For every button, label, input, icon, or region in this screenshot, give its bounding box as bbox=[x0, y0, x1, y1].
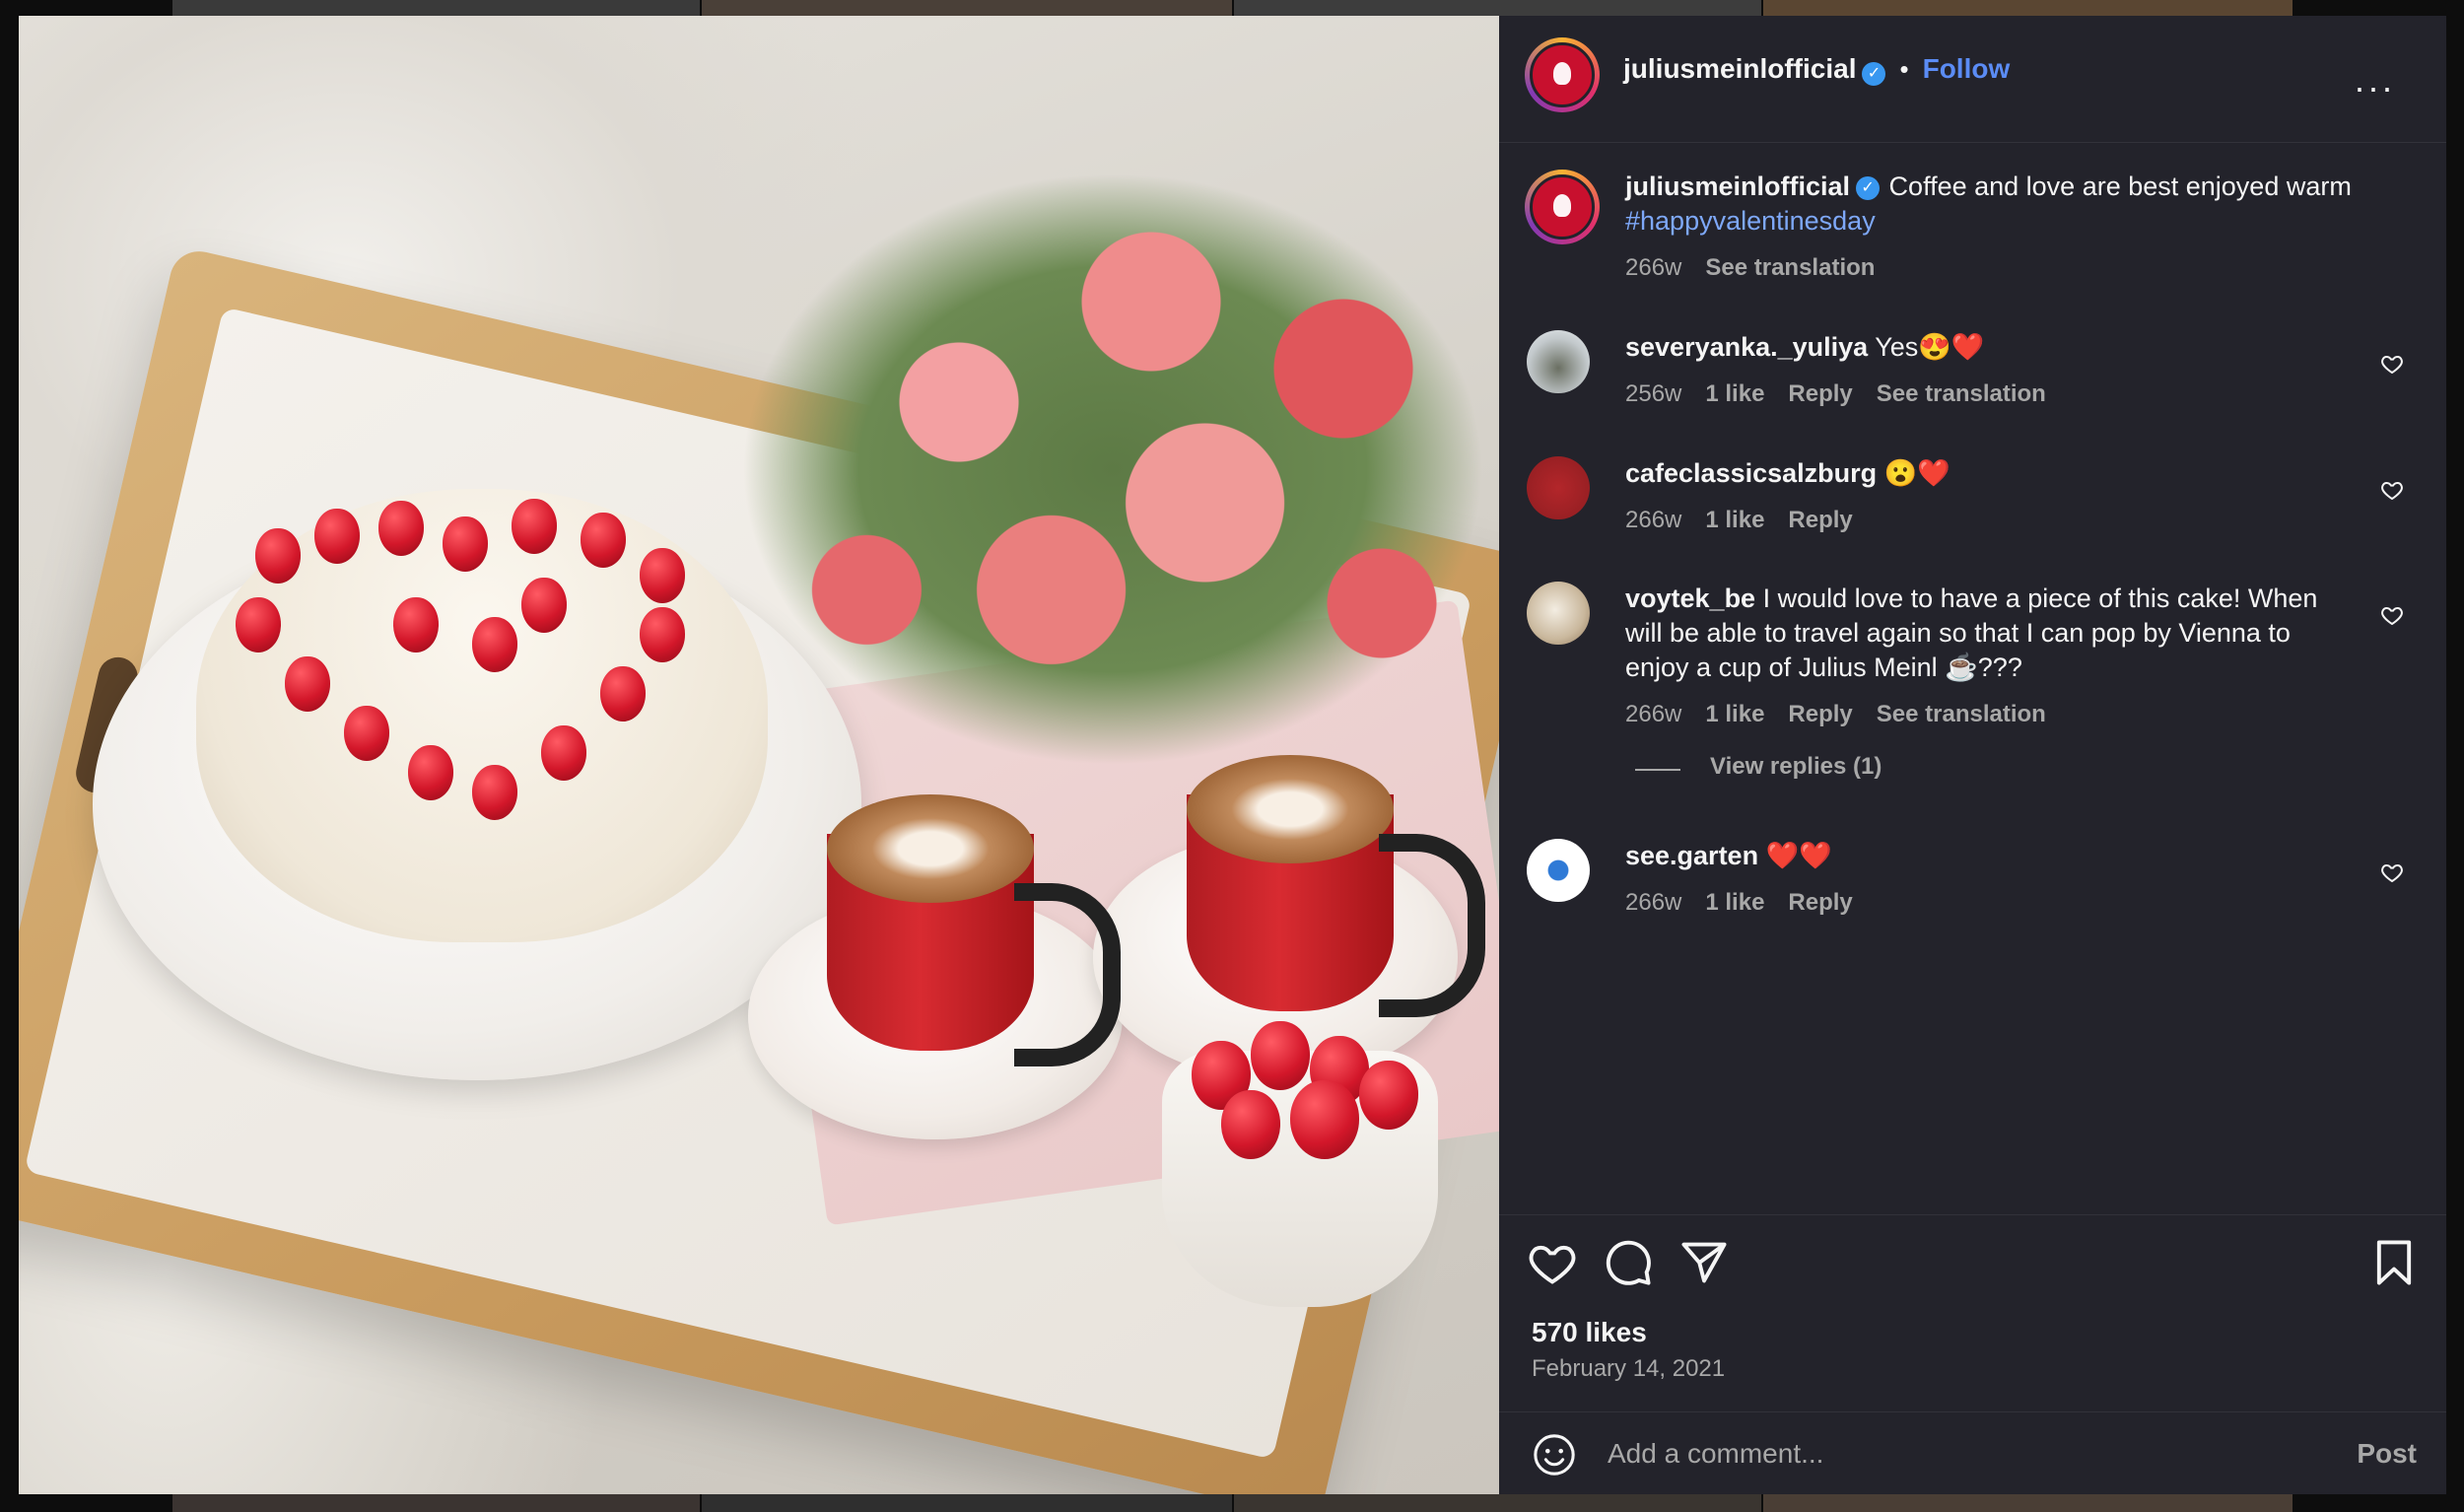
background-tile bbox=[1234, 1494, 1761, 1512]
comment-icon[interactable] bbox=[1603, 1237, 1654, 1288]
background-tile bbox=[702, 0, 1232, 16]
caption-time: 266w bbox=[1625, 254, 1682, 281]
reply-button[interactable]: Reply bbox=[1788, 507, 1852, 533]
follow-button[interactable]: Follow bbox=[1923, 53, 2011, 84]
send-icon[interactable] bbox=[1678, 1237, 1730, 1288]
post-date: February 14, 2021 bbox=[1532, 1355, 1726, 1382]
comment-like-heart-icon[interactable] bbox=[2380, 603, 2404, 627]
post-username[interactable]: juliusmeinlofficial bbox=[1623, 53, 1856, 84]
post-button[interactable]: Post bbox=[2357, 1438, 2417, 1470]
view-replies-row[interactable]: View replies (1) bbox=[1635, 753, 1882, 781]
raspberry-bowl-illustration bbox=[1162, 1021, 1438, 1307]
post-actions: 570 likes February 14, 2021 bbox=[1499, 1214, 2446, 1412]
profile-avatar[interactable] bbox=[1525, 37, 1600, 112]
comment-likes[interactable]: 1 like bbox=[1705, 889, 1764, 916]
flower-bouquet-illustration bbox=[728, 134, 1497, 804]
comment-time: 256w bbox=[1625, 380, 1682, 407]
caption-text: Coffee and love are best enjoyed warm bbox=[1882, 172, 2352, 201]
commenter-avatar[interactable] bbox=[1527, 330, 1590, 393]
bookmark-icon[interactable] bbox=[2368, 1237, 2420, 1288]
comment-like-heart-icon[interactable] bbox=[2380, 352, 2404, 376]
background-tile bbox=[172, 1494, 700, 1512]
background-tile bbox=[1234, 0, 1761, 16]
commenter-avatar[interactable] bbox=[1527, 839, 1590, 902]
comment-likes[interactable]: 1 like bbox=[1705, 380, 1764, 407]
comment-username[interactable]: voytek_be bbox=[1625, 584, 1755, 613]
comment-text: ❤️❤️ bbox=[1758, 841, 1832, 870]
more-icon[interactable]: ··· bbox=[2354, 67, 2395, 108]
comment-username[interactable]: see.garten bbox=[1625, 841, 1758, 870]
likes-count[interactable]: 570 likes bbox=[1532, 1317, 1647, 1348]
see-translation-button[interactable]: See translation bbox=[1705, 254, 1875, 281]
comment-like-heart-icon[interactable] bbox=[2380, 860, 2404, 884]
comment-text: 😮❤️ bbox=[1877, 458, 1951, 488]
comment-input[interactable]: Add a comment... bbox=[1608, 1438, 1823, 1470]
divider-line bbox=[1635, 768, 1680, 771]
comment-likes[interactable]: 1 like bbox=[1705, 507, 1764, 533]
commenter-avatar[interactable] bbox=[1527, 582, 1590, 645]
separator-dot: • bbox=[1899, 54, 1909, 84]
view-replies-button[interactable]: View replies (1) bbox=[1710, 753, 1882, 780]
verified-badge-icon: ✓ bbox=[1862, 61, 1886, 86]
comment-username[interactable]: severyanka._yuliya bbox=[1625, 332, 1868, 362]
comment-likes[interactable]: 1 like bbox=[1705, 701, 1764, 727]
emoji-icon[interactable] bbox=[1532, 1432, 1577, 1478]
comment-like-heart-icon[interactable] bbox=[2380, 478, 2404, 502]
comment-username[interactable]: cafeclassicsalzburg bbox=[1625, 458, 1877, 488]
reply-button[interactable]: Reply bbox=[1788, 889, 1852, 916]
background-tile bbox=[1763, 0, 2293, 16]
commenter-avatar[interactable] bbox=[1527, 456, 1590, 519]
background-tile bbox=[1763, 1494, 2293, 1512]
verified-badge-icon: ✓ bbox=[1856, 175, 1881, 200]
heart-cake-illustration bbox=[196, 489, 768, 942]
comment-composer: Add a comment... Post bbox=[1499, 1411, 2446, 1495]
heart-icon[interactable] bbox=[1527, 1237, 1578, 1288]
comment-text: Yes😍❤️ bbox=[1868, 332, 1985, 362]
reply-button[interactable]: Reply bbox=[1788, 380, 1852, 407]
post-header: juliusmeinlofficial ✓ • Follow ··· bbox=[1499, 16, 2446, 143]
caption-avatar[interactable] bbox=[1525, 170, 1600, 244]
comment-time: 266w bbox=[1625, 701, 1682, 727]
post-image[interactable] bbox=[19, 16, 1499, 1494]
post-details-panel: juliusmeinlofficial ✓ • Follow ··· juliusme… bbox=[1499, 16, 2446, 1494]
see-translation-button[interactable]: See translation bbox=[1877, 380, 2046, 407]
background-tile bbox=[702, 1494, 1232, 1512]
see-translation-button[interactable]: See translation bbox=[1877, 701, 2046, 727]
background-tile bbox=[172, 0, 700, 16]
caption-username[interactable]: juliusmeinlofficial bbox=[1625, 172, 1850, 201]
reply-button[interactable]: Reply bbox=[1788, 701, 1852, 727]
comment-time: 266w bbox=[1625, 889, 1682, 916]
hashtag-link[interactable]: #happyvalentinesday bbox=[1625, 206, 1876, 236]
comment-time: 266w bbox=[1625, 507, 1682, 533]
comments-list: juliusmeinlofficial ✓ Coffee and love are… bbox=[1499, 142, 2446, 1214]
